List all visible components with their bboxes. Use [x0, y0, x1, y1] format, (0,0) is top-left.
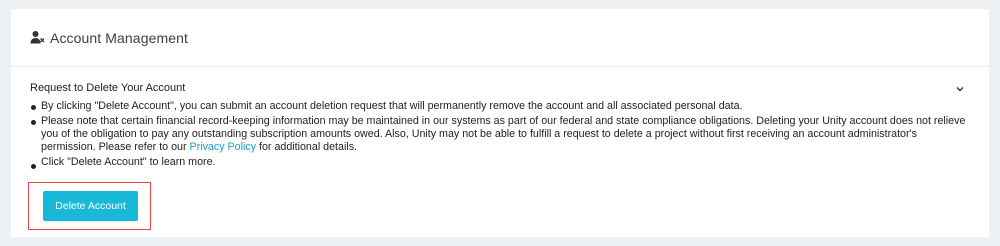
list-item-text: Please note that certain financial recor…	[41, 115, 966, 153]
delete-account-section: Request to Delete Your Account By clicki…	[11, 67, 989, 169]
list-item-text: for additional details.	[256, 141, 358, 153]
privacy-policy-link[interactable]: Privacy Policy	[190, 141, 257, 153]
info-list: By clicking "Delete Account", you can su…	[30, 100, 970, 169]
section-title-row[interactable]: Request to Delete Your Account	[30, 81, 970, 95]
list-item: Click "Delete Account" to learn more.	[30, 156, 970, 169]
list-item-text: By clicking "Delete Account", you can su…	[41, 100, 743, 112]
page-title: Account Management	[50, 29, 188, 46]
delete-account-button[interactable]: Delete Account	[43, 191, 138, 221]
section-title: Request to Delete Your Account	[30, 82, 186, 94]
list-item: By clicking "Delete Account", you can su…	[30, 100, 970, 113]
account-management-panel: Account Management Request to Delete You…	[11, 9, 989, 237]
list-item: Please note that certain financial recor…	[30, 115, 970, 154]
user-remove-icon	[30, 30, 45, 45]
panel-header: Account Management	[11, 9, 989, 67]
chevron-down-icon[interactable]	[954, 82, 966, 94]
list-item-text: Click "Delete Account" to learn more.	[41, 156, 216, 168]
